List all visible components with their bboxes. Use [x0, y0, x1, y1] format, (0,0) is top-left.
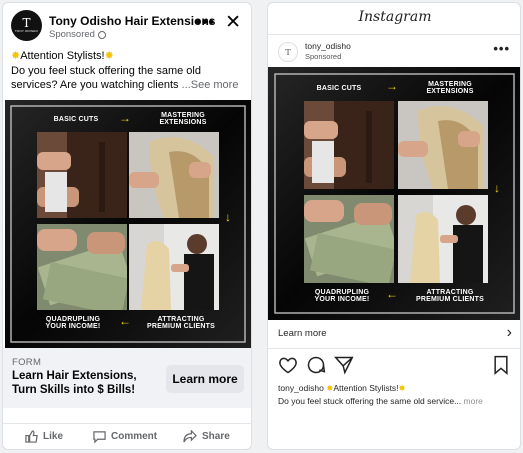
arrow-icon: →: [386, 79, 398, 93]
form-label: FORM: [12, 357, 42, 368]
avatar-wordmark: TONY ODISHO: [14, 29, 39, 33]
chevron-right-icon: ›: [506, 324, 512, 341]
extensions-photo: [129, 132, 219, 218]
heart-icon[interactable]: [278, 355, 298, 375]
sponsored-label: Sponsored: [49, 29, 106, 40]
body-text: Do you feel stuck offering the same old …: [11, 64, 201, 92]
star-icon: ✸: [104, 50, 114, 62]
star-icon: ✸: [398, 383, 406, 393]
arrow-icon: ←: [386, 287, 398, 301]
caption-body: Do you feel stuck offering the same old …: [278, 395, 462, 406]
sponsored-text: Sponsored: [49, 29, 95, 40]
arrow-icon: ↓: [225, 210, 231, 224]
learn-more-bar[interactable]: Learn more ›: [268, 321, 520, 349]
attention-text: Attention Stylists!: [20, 50, 105, 62]
instagram-ad-card: Instagram T tony_odisho Sponsored ••• BA…: [267, 2, 521, 450]
avatar-letter: T: [22, 16, 31, 30]
money-photo: [304, 195, 394, 283]
cta-bar: FORM Learn Hair Extensions, Turn Skills …: [3, 348, 251, 408]
quadrupling-income-label: QUADRUPLING YOUR INCOME!: [45, 316, 101, 331]
post-header: T TONY ODISHO Tony Odisho Hair Extension…: [11, 10, 245, 42]
attracting-clients-label: ATTRACTING PREMIUM CLIENTS: [147, 316, 215, 331]
basic-cuts-photo: [304, 101, 394, 189]
like-label: Like: [43, 431, 64, 442]
see-more-link[interactable]: ...See more: [182, 79, 239, 91]
bookmark-icon[interactable]: [492, 355, 510, 375]
premium-client-photo: [129, 224, 219, 310]
basic-cuts-label: BASIC CUTS: [53, 116, 99, 123]
arrow-icon: ↓: [494, 181, 500, 195]
page-avatar[interactable]: T TONY ODISHO: [11, 10, 42, 41]
quadrupling-income-label: QUADRUPLING YOUR INCOME!: [314, 289, 370, 304]
action-bar: Like Comment Share: [3, 423, 251, 447]
learn-more-button[interactable]: Learn more: [166, 365, 244, 393]
arrow-icon: →: [119, 111, 131, 125]
extensions-photo: [398, 101, 488, 189]
post-text-line2: Do you feel stuck offering the same old …: [11, 64, 247, 93]
ad-headline: Learn Hair Extensions, Turn Skills into …: [12, 370, 137, 396]
caption-head: Attention Stylists!: [333, 383, 399, 393]
basic-cuts-photo: [37, 132, 127, 218]
globe-icon: [97, 30, 106, 39]
mastering-extensions-label: MASTERING EXTENSIONS: [159, 112, 207, 127]
close-icon[interactable]: ✕: [225, 12, 241, 34]
more-icon[interactable]: •••: [195, 15, 215, 31]
action-icons: [268, 355, 520, 377]
more-icon[interactable]: •••: [493, 41, 510, 56]
comment-button[interactable]: Comment: [93, 430, 157, 443]
ad-image[interactable]: BASIC CUTS → MASTERING EXTENSIONS ↓ QUAD…: [5, 100, 251, 348]
sponsored-label: Sponsored: [305, 52, 342, 61]
username[interactable]: tony_odisho: [305, 41, 351, 51]
post-text: ✸Attention Stylists!✸ Do you feel stuck …: [11, 49, 247, 93]
like-icon: [25, 430, 38, 443]
money-photo: [37, 224, 127, 310]
caption-username[interactable]: tony_odisho: [278, 383, 324, 393]
page-name[interactable]: Tony Odisho Hair Extensions: [49, 14, 215, 28]
share-label: Share: [202, 431, 230, 442]
caption-more-link[interactable]: more: [464, 396, 483, 406]
basic-cuts-label: BASIC CUTS: [316, 85, 362, 92]
arrow-icon: ←: [119, 314, 131, 328]
comment-label: Comment: [111, 431, 158, 442]
caption-line1: tony_odisho ✸Attention Stylists!✸: [278, 382, 518, 395]
star-icon: ✸: [11, 50, 21, 62]
facebook-ad-card: T TONY ODISHO Tony Odisho Hair Extension…: [2, 2, 252, 450]
comment-icon: [93, 431, 106, 443]
post-text-line1: ✸Attention Stylists!✸: [11, 49, 247, 64]
like-button[interactable]: Like: [25, 430, 63, 443]
share-button[interactable]: Share: [183, 430, 230, 443]
attracting-clients-label: ATTRACTING PREMIUM CLIENTS: [416, 289, 484, 304]
chat-icon[interactable]: [306, 355, 326, 375]
send-icon[interactable]: [334, 355, 354, 375]
profile-avatar[interactable]: T: [278, 42, 298, 62]
premium-client-photo: [398, 195, 488, 283]
caption-line2: Do you feel stuck offering the same old …: [278, 395, 518, 408]
instagram-topbar: Instagram: [268, 3, 520, 35]
instagram-logo: Instagram: [358, 9, 432, 25]
learn-more-label: Learn more: [278, 328, 327, 339]
mastering-extensions-label: MASTERING EXTENSIONS: [426, 81, 474, 96]
share-icon: [183, 430, 197, 443]
ad-image[interactable]: BASIC CUTS → MASTERING EXTENSIONS ↓ QUAD…: [268, 67, 520, 320]
caption: tony_odisho ✸Attention Stylists!✸ Do you…: [278, 382, 518, 407]
